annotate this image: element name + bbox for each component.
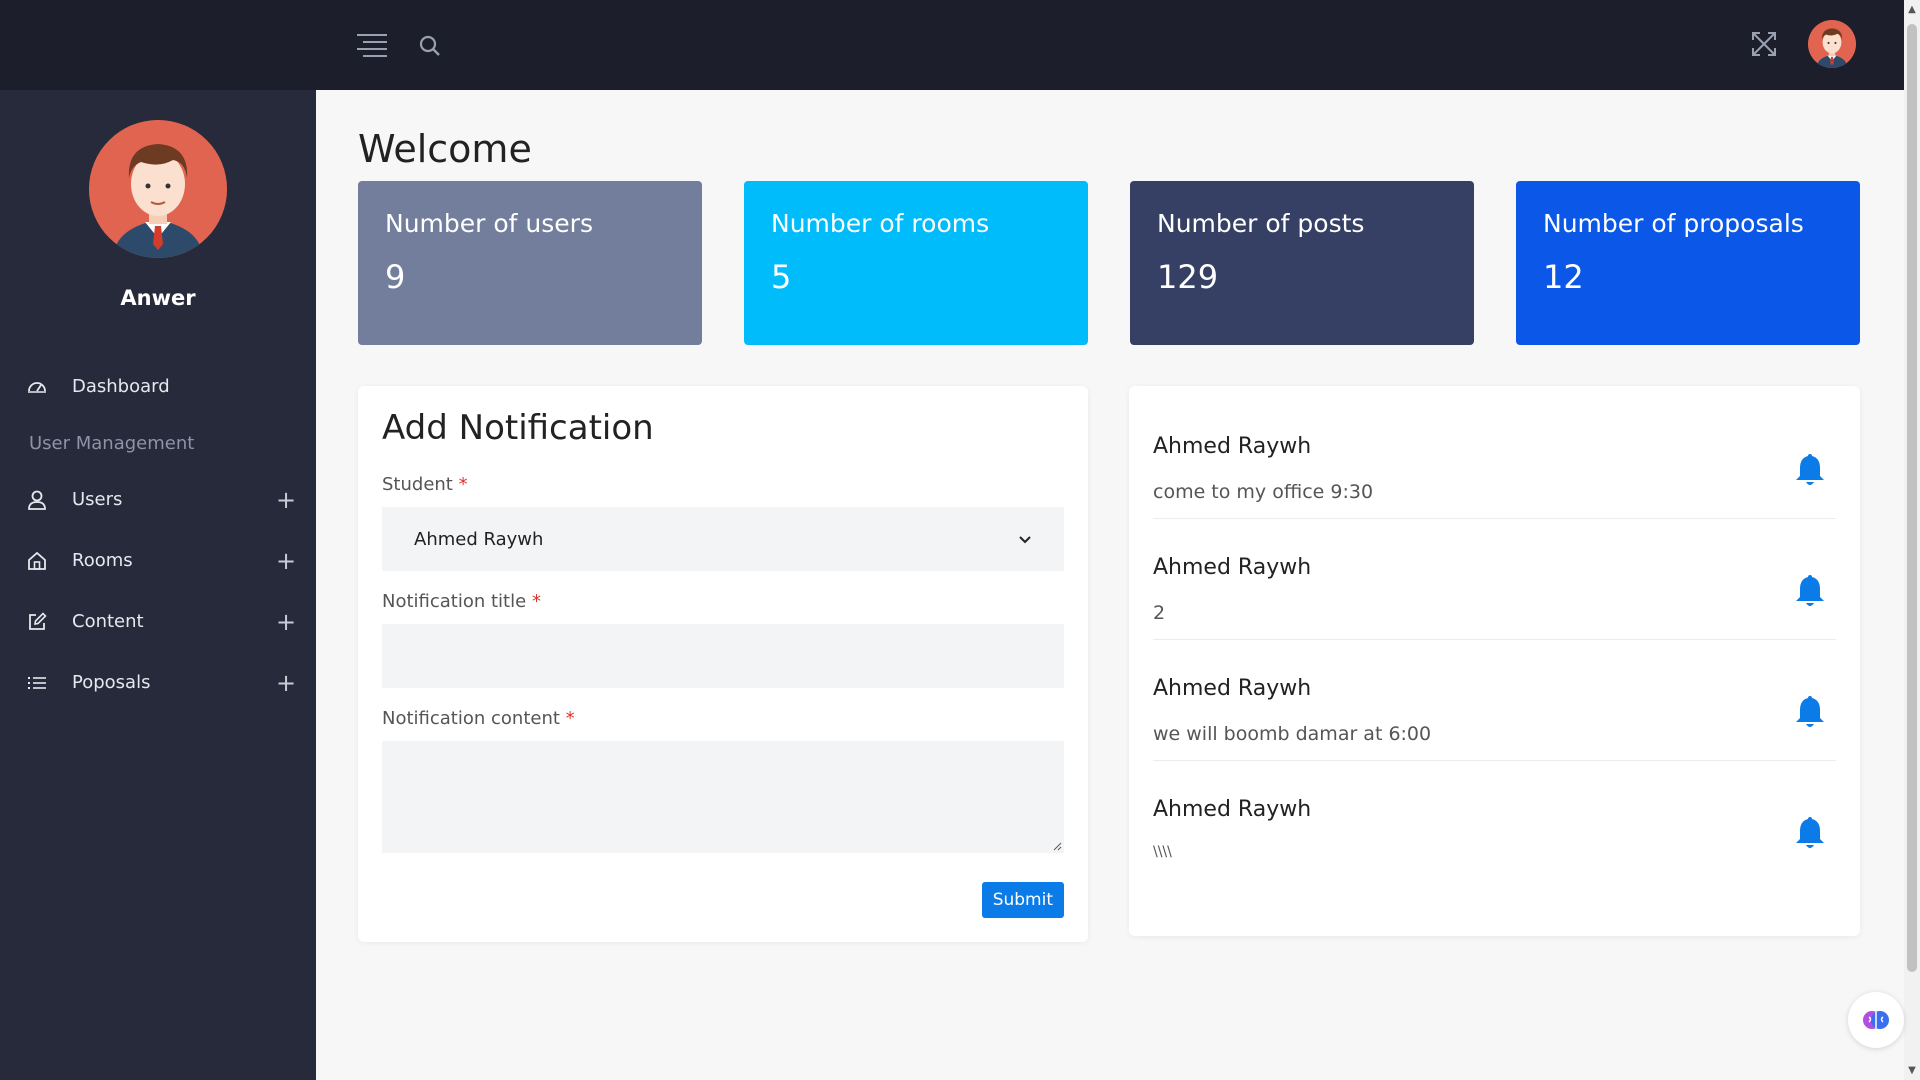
- notification-text: 2: [1153, 602, 1166, 624]
- stat-card-users: Number of users 9: [358, 181, 702, 345]
- list-icon: [26, 672, 48, 694]
- scroll-thumb[interactable]: [1907, 24, 1917, 972]
- stat-value: 9: [385, 258, 406, 296]
- notification-title-label-text: Notification title: [382, 591, 527, 612]
- sidebar: Anwer Dashboard User Management Users + …: [0, 0, 316, 1080]
- bell-icon[interactable]: [1794, 694, 1826, 730]
- assistant-brain-icon[interactable]: [1848, 992, 1904, 1048]
- required-mark: *: [458, 474, 468, 495]
- topbar: [316, 0, 1904, 90]
- submit-button[interactable]: Submit: [981, 882, 1064, 918]
- student-select-value: Ahmed Raywh: [414, 528, 544, 550]
- user-avatar[interactable]: [1808, 20, 1856, 68]
- sidebar-item-label: Users: [72, 489, 123, 510]
- bell-icon[interactable]: [1794, 573, 1826, 609]
- expand-icon[interactable]: +: [276, 547, 296, 575]
- stat-card-posts: Number of posts 129: [1130, 181, 1474, 345]
- edit-icon: [26, 611, 48, 633]
- sidebar-item-dashboard[interactable]: Dashboard: [0, 356, 316, 417]
- notification-content-label: Notification content *: [382, 708, 1064, 729]
- notification-content-textarea[interactable]: [382, 741, 1064, 853]
- profile-name: Anwer: [120, 286, 196, 310]
- fullscreen-icon[interactable]: [1750, 30, 1778, 58]
- student-label: Student *: [382, 474, 1064, 495]
- list-item: Ahmed Raywh we will boomb damar at 6:00: [1153, 640, 1836, 761]
- sidebar-item-label: Dashboard: [72, 376, 170, 397]
- sidebar-header: [0, 0, 316, 90]
- expand-icon[interactable]: +: [276, 608, 296, 636]
- profile-panel: Anwer: [0, 90, 316, 310]
- sidebar-item-label: Rooms: [72, 550, 133, 571]
- bell-icon[interactable]: [1794, 815, 1826, 851]
- stat-value: 129: [1157, 258, 1219, 296]
- notification-title-input[interactable]: [382, 624, 1064, 688]
- menu-toggle-icon[interactable]: [356, 32, 388, 58]
- search-icon[interactable]: [418, 34, 442, 58]
- add-notification-form: Add Notification Student * Ahmed Raywh N…: [358, 386, 1088, 942]
- sidebar-item-users[interactable]: Users +: [0, 469, 316, 530]
- sidebar-item-label: Poposals: [72, 672, 151, 693]
- stat-value: 12: [1543, 258, 1584, 296]
- stat-label: Number of users: [385, 209, 593, 238]
- sidebar-nav: Dashboard User Management Users + Rooms …: [0, 356, 316, 713]
- scroll-up-arrow-icon[interactable]: ▲: [1907, 4, 1917, 15]
- sidebar-item-proposals[interactable]: Poposals +: [0, 652, 316, 713]
- list-item: Ahmed Raywh come to my office 9:30: [1153, 398, 1836, 519]
- notification-title-label: Notification title *: [382, 591, 1064, 612]
- notification-sender: Ahmed Raywh: [1153, 434, 1312, 459]
- stat-label: Number of posts: [1157, 209, 1365, 238]
- notification-sender: Ahmed Raywh: [1153, 555, 1312, 580]
- expand-icon[interactable]: +: [276, 669, 296, 697]
- bell-icon[interactable]: [1794, 452, 1826, 488]
- stat-card-rooms: Number of rooms 5: [744, 181, 1088, 345]
- sidebar-item-content[interactable]: Content +: [0, 591, 316, 652]
- list-item: Ahmed Raywh 2: [1153, 519, 1836, 640]
- notification-content-label-text: Notification content: [382, 708, 560, 729]
- chevron-down-icon: [1018, 529, 1032, 550]
- required-mark: *: [565, 708, 575, 729]
- resize-grip-icon[interactable]: [1052, 841, 1062, 851]
- sidebar-item-label: Content: [72, 611, 144, 632]
- scroll-down-arrow-icon[interactable]: ▼: [1907, 1065, 1917, 1076]
- sidebar-section-heading: User Management: [29, 432, 195, 454]
- page-scrollbar[interactable]: ▲ ▼: [1904, 0, 1920, 1080]
- notification-text: we will boomb damar at 6:00: [1153, 723, 1432, 745]
- student-label-text: Student: [382, 474, 453, 495]
- sidebar-item-rooms[interactable]: Rooms +: [0, 530, 316, 591]
- stat-label: Number of rooms: [771, 209, 990, 238]
- expand-icon[interactable]: +: [276, 486, 296, 514]
- notification-text: come to my office 9:30: [1153, 481, 1374, 503]
- student-select[interactable]: Ahmed Raywh: [382, 507, 1064, 571]
- user-icon: [26, 489, 48, 511]
- home-icon: [26, 550, 48, 572]
- gauge-icon: [26, 376, 48, 398]
- required-mark: *: [531, 591, 541, 612]
- stat-value: 5: [771, 258, 792, 296]
- form-title: Add Notification: [382, 408, 654, 448]
- notification-sender: Ahmed Raywh: [1153, 797, 1312, 822]
- notification-text: \\\\: [1153, 844, 1172, 860]
- stat-label: Number of proposals: [1543, 209, 1804, 238]
- list-item: Ahmed Raywh \\\\: [1153, 761, 1836, 882]
- notification-sender: Ahmed Raywh: [1153, 676, 1312, 701]
- profile-avatar: [89, 120, 227, 258]
- page-title: Welcome: [358, 127, 532, 171]
- notifications-list: Ahmed Raywh come to my office 9:30 Ahmed…: [1129, 386, 1860, 936]
- stat-card-proposals: Number of proposals 12: [1516, 181, 1860, 345]
